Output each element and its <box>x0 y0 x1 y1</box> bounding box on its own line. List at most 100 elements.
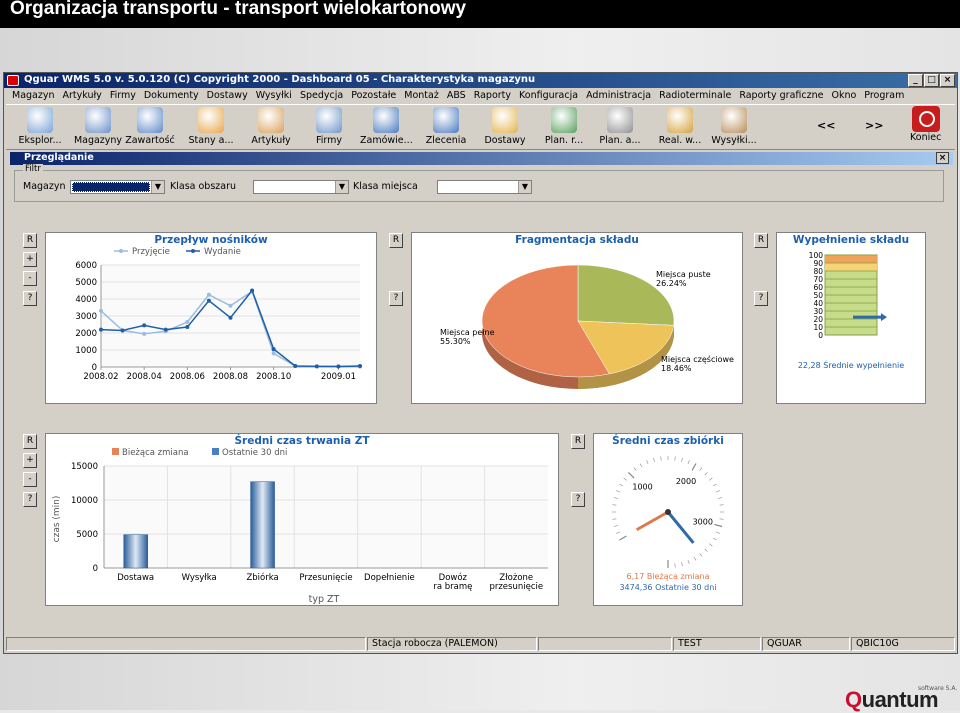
menu-item-15[interactable]: Okno <box>827 89 860 104</box>
nav-next-button[interactable]: >> <box>865 119 883 132</box>
menu-item-2[interactable]: Firmy <box>106 89 140 104</box>
dial-tick <box>715 490 720 493</box>
wypelnienie-help-button[interactable]: ? <box>754 291 768 306</box>
gauge-pointer-head <box>881 313 887 322</box>
toolbar-label: Artykuły <box>251 135 291 146</box>
toolbar-button-2[interactable]: Zawartość <box>124 107 176 149</box>
status-cell-3 <box>538 637 672 651</box>
klasa-miejsca-label: Klasa miejsca <box>353 181 418 192</box>
box-icon <box>258 107 284 133</box>
klasa-obszaru-label: Klasa obszaru <box>170 181 237 192</box>
y-tick-label: 5000 <box>75 278 97 288</box>
data-point <box>185 319 190 324</box>
toolbar-button-1[interactable]: Magazyny <box>72 107 124 149</box>
data-point <box>358 363 362 368</box>
toolbar: Eksplor... Magazyny Zawartość Stany a... Art… <box>6 104 955 150</box>
child-close-button[interactable]: × <box>936 152 949 164</box>
przeplyw-refresh-button[interactable]: R <box>23 233 37 248</box>
dial-tick <box>633 467 637 471</box>
x-tick-label-line2: przesunięcie <box>489 582 543 592</box>
plan-clock-icon <box>607 107 633 133</box>
czas-zt-refresh-button[interactable]: R <box>23 434 37 449</box>
menu-item-9[interactable]: ABS <box>443 89 470 104</box>
menu-item-6[interactable]: Spedycja <box>296 89 347 104</box>
order-person-icon <box>373 107 399 133</box>
toolbar-label: Plan. r... <box>544 135 584 146</box>
dropdown-arrow-icon[interactable]: ▼ <box>518 181 531 193</box>
toolbar-label: Plan. a... <box>599 135 641 146</box>
gauge-yellow-zone <box>825 263 877 271</box>
menu-item-11[interactable]: Konfiguracja <box>515 89 582 104</box>
menu-item-0[interactable]: Magazyn <box>8 89 59 104</box>
dropdown-arrow-icon[interactable]: ▼ <box>151 181 164 193</box>
przeplyw-help-button[interactable]: ? <box>23 291 37 306</box>
legend-swatch-0 <box>112 448 119 455</box>
fragmentacja-refresh-button[interactable]: R <box>389 233 403 248</box>
y-tick-label: 4000 <box>75 295 97 305</box>
toolbar-label: Real. w... <box>658 135 702 146</box>
menu-item-12[interactable]: Administracja <box>582 89 655 104</box>
przeplyw-zoom-out-button[interactable]: - <box>23 271 37 286</box>
czas-zbiorki-refresh-button[interactable]: R <box>571 434 585 449</box>
toolbar-button-0[interactable]: Eksplor... <box>14 107 66 149</box>
filter-group-title: Filtr <box>23 164 43 174</box>
dial-tick <box>687 559 690 564</box>
data-point <box>185 325 190 330</box>
close-window-button[interactable]: × <box>940 74 955 87</box>
menu-item-3[interactable]: Dokumenty <box>140 89 203 104</box>
klasa-obszaru-select[interactable]: ▼ <box>253 180 349 194</box>
toolbar-button-7[interactable]: Zlecenia <box>420 107 472 149</box>
dial-tick <box>660 456 662 461</box>
czas-zt-help-button[interactable]: ? <box>23 492 37 507</box>
dial-tick <box>691 463 697 471</box>
toolbar-button-3[interactable]: Stany a... <box>185 107 237 149</box>
menu-item-13[interactable]: Radioterminale <box>655 89 735 104</box>
toolbar-button-5[interactable]: Firmy <box>303 107 355 149</box>
toolbar-button-10[interactable]: Plan. a... <box>594 107 646 149</box>
menu-item-8[interactable]: Montaż <box>400 89 443 104</box>
menu-item-16[interactable]: Program <box>860 89 908 104</box>
wypelnienie-refresh-button[interactable]: R <box>754 233 768 248</box>
dial-tick <box>623 477 627 481</box>
data-point <box>271 351 276 356</box>
logo-subtitle: software S.A. <box>918 685 958 692</box>
toolbar-button-9[interactable]: Plan. r... <box>538 107 590 149</box>
menu-item-7[interactable]: Pozostałe <box>347 89 400 104</box>
pie-label-puste: Miejsca puste <box>656 270 711 279</box>
dial-tick <box>681 457 683 462</box>
toolbar-button-6[interactable]: Zamówie... <box>360 107 412 149</box>
czas-zt-zoom-in-button[interactable]: + <box>23 453 37 468</box>
dial-tick <box>639 463 643 468</box>
status-user: QGUAR <box>762 637 850 651</box>
menu-item-10[interactable]: Raporty <box>470 89 515 104</box>
czas-zbiorki-help-button[interactable]: ? <box>571 492 585 507</box>
czas-zt-zoom-out-button[interactable]: - <box>23 472 37 487</box>
menu-item-1[interactable]: Artykuły <box>59 89 106 104</box>
klasa-miejsca-select[interactable]: ▼ <box>437 180 532 194</box>
dropdown-arrow-icon[interactable]: ▼ <box>335 181 348 193</box>
y-tick-label: 15000 <box>71 462 98 472</box>
toolbar-button-11[interactable]: Real. w... <box>654 107 706 149</box>
toolbar-button-4[interactable]: Artykuły <box>245 107 297 149</box>
dial-tick <box>627 471 635 479</box>
maximize-button[interactable]: □ <box>924 74 939 87</box>
koniec-button[interactable]: Koniec <box>910 106 941 143</box>
data-point <box>228 303 233 308</box>
nav-prev-button[interactable]: << <box>817 119 835 132</box>
toolbar-button-8[interactable]: Dostawy <box>479 107 531 149</box>
przeplyw-chart: 01000200030004000500060002008.02 2008.04 2… <box>75 247 362 382</box>
toolbar-label: Firmy <box>315 135 343 146</box>
fragmentacja-help-button[interactable]: ? <box>389 291 403 306</box>
menu-item-4[interactable]: Dostawy <box>203 89 252 104</box>
menu-item-14[interactable]: Raporty graficzne <box>735 89 827 104</box>
x-tick-label: Dostawa <box>117 573 154 583</box>
dial-tick <box>693 556 697 561</box>
status-bar: Stacja robocza (PALEMON) TEST QGUAR QBIC… <box>6 636 955 652</box>
minimize-button[interactable]: _ <box>908 74 923 87</box>
toolbar-label: Zlecenia <box>425 135 467 146</box>
dial-tick <box>699 467 703 471</box>
toolbar-button-12[interactable]: Wysyłki... <box>708 107 760 149</box>
menu-item-5[interactable]: Wysyłki <box>252 89 296 104</box>
przeplyw-zoom-in-button[interactable]: + <box>23 252 37 267</box>
magazyn-select[interactable]: ▼ <box>70 180 165 194</box>
